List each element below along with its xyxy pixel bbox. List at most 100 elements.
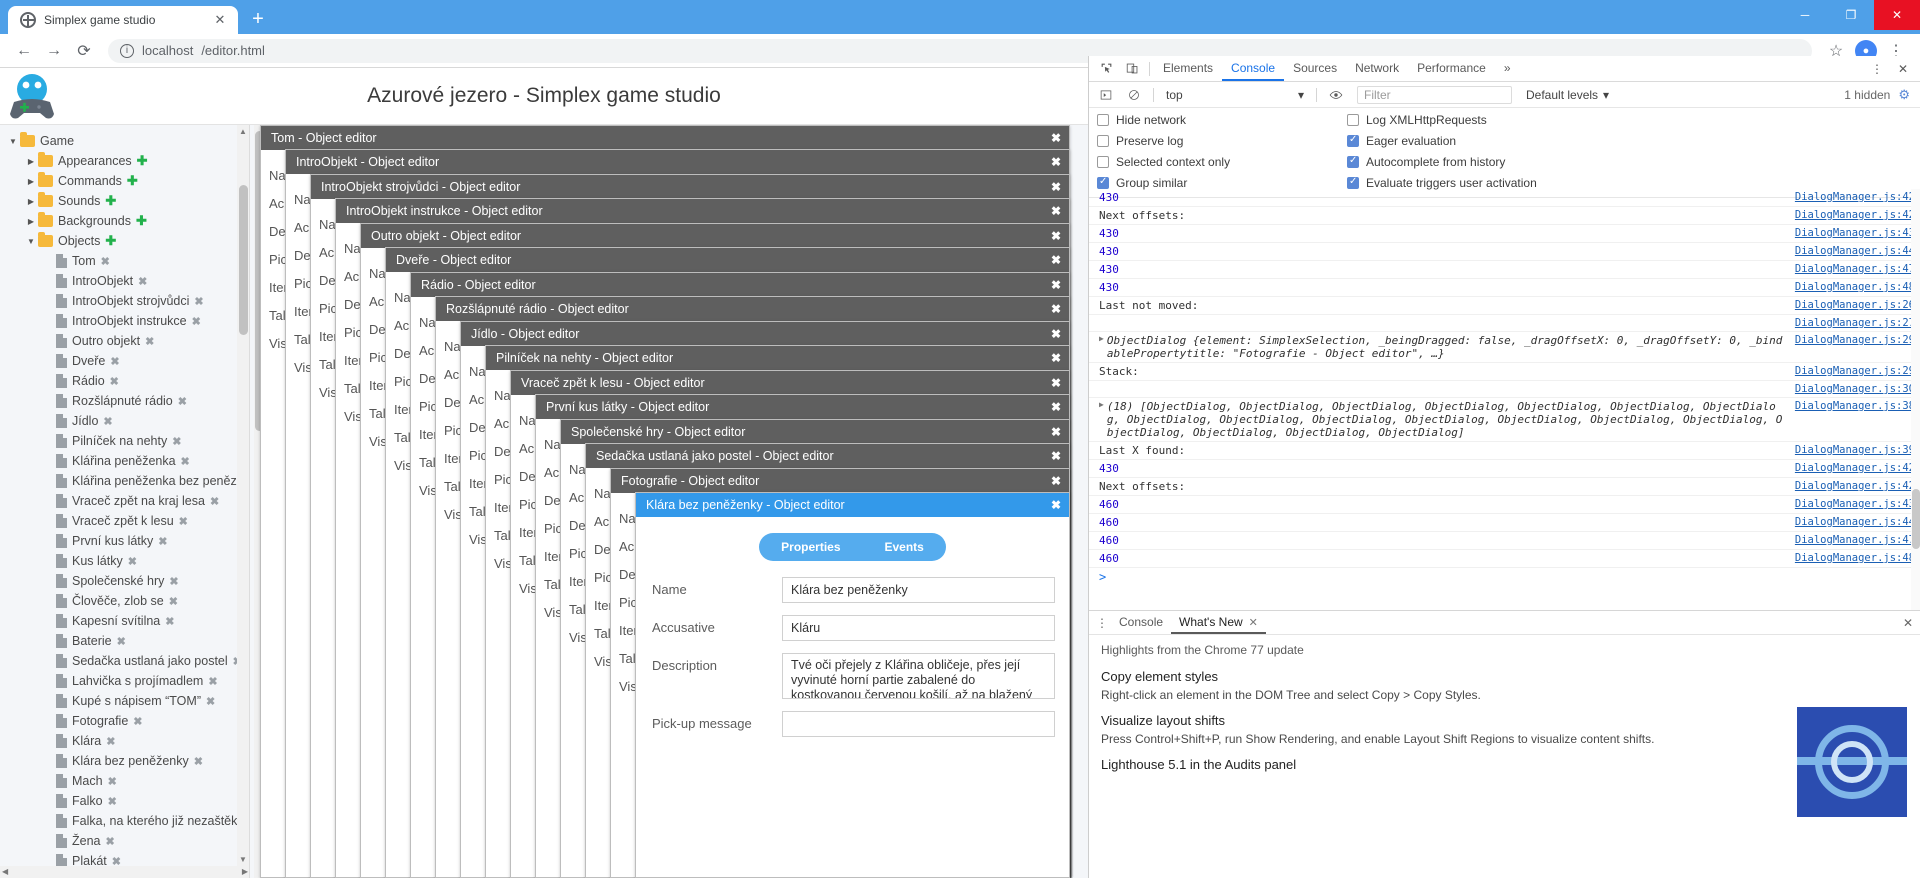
reload-icon[interactable]: ⟳	[70, 37, 98, 65]
delete-icon[interactable]: ✖	[179, 515, 188, 528]
tree-item[interactable]: Lahvička s projímadlem ✖	[0, 671, 249, 691]
dialog-titlebar[interactable]: Klára bez peněženky - Object editor ✖	[636, 493, 1069, 517]
delete-icon[interactable]: ✖	[172, 435, 181, 448]
tree-item[interactable]: Fotografie ✖	[0, 711, 249, 731]
tree-item[interactable]: ▶ Sounds ✚	[0, 191, 249, 211]
live-expression-eye-icon[interactable]	[1323, 84, 1349, 106]
close-icon[interactable]: ✕	[1249, 617, 1258, 629]
dialog-titlebar[interactable]: Pilníček na nehty - Object editor ✖	[486, 346, 1069, 370]
tree-item[interactable]: Baterie ✖	[0, 631, 249, 651]
field-input[interactable]: Klára bez peněženky	[782, 577, 1055, 603]
delete-icon[interactable]: ✖	[133, 715, 142, 728]
dialog-titlebar[interactable]: Fotografie - Object editor ✖	[611, 469, 1069, 493]
console-source-link[interactable]: DialogManager.js:43	[1787, 498, 1915, 511]
device-toolbar-icon[interactable]	[1119, 58, 1145, 80]
console-source-link[interactable]: DialogManager.js:30	[1787, 383, 1915, 395]
scroll-right-icon[interactable]: ▶	[242, 867, 248, 876]
dialog-titlebar[interactable]: Vraceč zpět k lesu - Object editor ✖	[511, 371, 1069, 395]
tree-item[interactable]: ▼ Objects ✚	[0, 231, 249, 251]
drawer-tab-console[interactable]: Console	[1111, 611, 1171, 634]
more-tabs-icon[interactable]: »	[1495, 56, 1520, 81]
inspect-element-icon[interactable]	[1093, 58, 1119, 80]
delete-icon[interactable]: ✖	[138, 275, 147, 288]
dialog-titlebar[interactable]: Jídlo - Object editor ✖	[461, 322, 1069, 346]
dialog-titlebar[interactable]: První kus látky - Object editor ✖	[536, 395, 1069, 419]
site-info-icon[interactable]: i	[120, 43, 134, 58]
field-input[interactable]	[782, 711, 1055, 737]
checkbox-icon[interactable]	[1347, 114, 1359, 126]
console-source-link[interactable]: DialogManager.js:27	[1787, 317, 1915, 329]
delete-icon[interactable]: ✖	[181, 455, 190, 468]
log-levels-selector[interactable]: Default levels ▾	[1520, 88, 1615, 102]
console-setting-checkbox[interactable]: Autocomplete from history	[1347, 155, 1914, 169]
dialog-close-icon[interactable]: ✖	[1051, 253, 1061, 267]
object-editor-dialog[interactable]: Klára bez peněženky - Object editor ✖ Prop…	[635, 492, 1070, 878]
console-source-link[interactable]: DialogManager.js:42	[1787, 480, 1915, 493]
delete-icon[interactable]: ✖	[108, 795, 117, 808]
delete-icon[interactable]: ✖	[178, 395, 187, 408]
dialog-close-icon[interactable]: ✖	[1051, 498, 1061, 512]
tree-item[interactable]: Kupé s nápisem “TOM” ✖	[0, 691, 249, 711]
tree-item[interactable]: ▼ Game	[0, 131, 249, 151]
console-source-link[interactable]: DialogManager.js:48	[1787, 552, 1915, 565]
delete-icon[interactable]: ✖	[169, 595, 178, 608]
add-icon[interactable]: ✚	[105, 233, 116, 249]
console-source-link[interactable]: DialogManager.js:38	[1787, 400, 1915, 439]
console-scrollbar[interactable]	[1911, 189, 1920, 610]
tree-item[interactable]: Klára bez peněženky ✖	[0, 751, 249, 771]
field-textarea[interactable]: Tvé oči přejely z Klářina obličeje, přes…	[782, 653, 1055, 699]
delete-icon[interactable]: ✖	[110, 355, 119, 368]
tree-item[interactable]: Kus látky ✖	[0, 551, 249, 571]
tree-item[interactable]: Klára ✖	[0, 731, 249, 751]
tree-item[interactable]: Falko ✖	[0, 791, 249, 811]
expand-icon[interactable]: ▶	[1099, 334, 1107, 360]
console-setting-checkbox[interactable]: Eager evaluation	[1347, 134, 1914, 148]
scroll-up-icon[interactable]: ▲	[238, 127, 248, 136]
tree-hscrollbar[interactable]: ◀ ▶	[0, 866, 249, 878]
window-close-icon[interactable]: ✕	[1874, 0, 1920, 30]
delete-icon[interactable]: ✖	[192, 315, 201, 328]
gear-icon[interactable]: ⚙	[1898, 87, 1916, 103]
add-icon[interactable]: ✚	[137, 153, 148, 169]
new-tab-button[interactable]: +	[244, 6, 272, 34]
delete-icon[interactable]: ✖	[106, 735, 115, 748]
close-icon[interactable]: ✕	[212, 12, 228, 28]
console-source-link[interactable]: DialogManager.js:42	[1787, 209, 1915, 222]
checkbox-icon[interactable]	[1347, 134, 1359, 147]
tree-item[interactable]: Vraceč zpět na kraj lesa ✖	[0, 491, 249, 511]
console-source-link[interactable]: DialogManager.js:26	[1787, 299, 1915, 312]
dialog-close-icon[interactable]: ✖	[1051, 302, 1061, 316]
tree-item[interactable]: Tom ✖	[0, 251, 249, 271]
tree-item[interactable]: Člověče, zlob se ✖	[0, 591, 249, 611]
console-source-link[interactable]: DialogManager.js:42	[1787, 191, 1915, 204]
tree-item[interactable]: IntroObjekt strojvůdci ✖	[0, 291, 249, 311]
dialog-titlebar[interactable]: Rádio - Object editor ✖	[411, 273, 1069, 297]
tree-item[interactable]: Sedačka ustlaná jako postel✖	[0, 651, 249, 671]
tree-item[interactable]: První kus látky ✖	[0, 531, 249, 551]
checkbox-icon[interactable]	[1097, 135, 1109, 147]
tree-item[interactable]: IntroObjekt ✖	[0, 271, 249, 291]
console-source-link[interactable]: DialogManager.js:47	[1787, 263, 1915, 276]
tree-item[interactable]: ▶ Backgrounds ✚	[0, 211, 249, 231]
checkbox-icon[interactable]	[1347, 176, 1359, 189]
console-source-link[interactable]: DialogManager.js:48	[1787, 281, 1915, 294]
tree-item[interactable]: Klářina peněženka ✖	[0, 451, 249, 471]
add-icon[interactable]: ✚	[105, 193, 116, 209]
delete-icon[interactable]: ✖	[103, 415, 112, 428]
expand-icon[interactable]: ▶	[1099, 400, 1107, 439]
tree-item[interactable]: Žena ✖	[0, 831, 249, 851]
twisty-icon[interactable]: ▶	[24, 217, 38, 226]
tab-properties[interactable]: Properties	[759, 533, 863, 561]
tree-item[interactable]: ▶ Commands ✚	[0, 171, 249, 191]
tree-item[interactable]: Outro objekt ✖	[0, 331, 249, 351]
tree-item[interactable]: Jídlo ✖	[0, 411, 249, 431]
dialog-titlebar[interactable]: Sedačka ustlaná jako postel - Object edi…	[586, 444, 1069, 468]
dialog-close-icon[interactable]: ✖	[1051, 425, 1061, 439]
dialog-close-icon[interactable]: ✖	[1051, 351, 1061, 365]
tab-events[interactable]: Events	[862, 533, 946, 561]
tree-item[interactable]: Pilníček na nehty ✖	[0, 431, 249, 451]
context-selector[interactable]: top ▾	[1160, 88, 1310, 102]
twisty-icon[interactable]: ▼	[6, 137, 20, 146]
scroll-left-icon[interactable]: ◀	[2, 867, 8, 876]
tab-console[interactable]: Console	[1222, 56, 1285, 81]
